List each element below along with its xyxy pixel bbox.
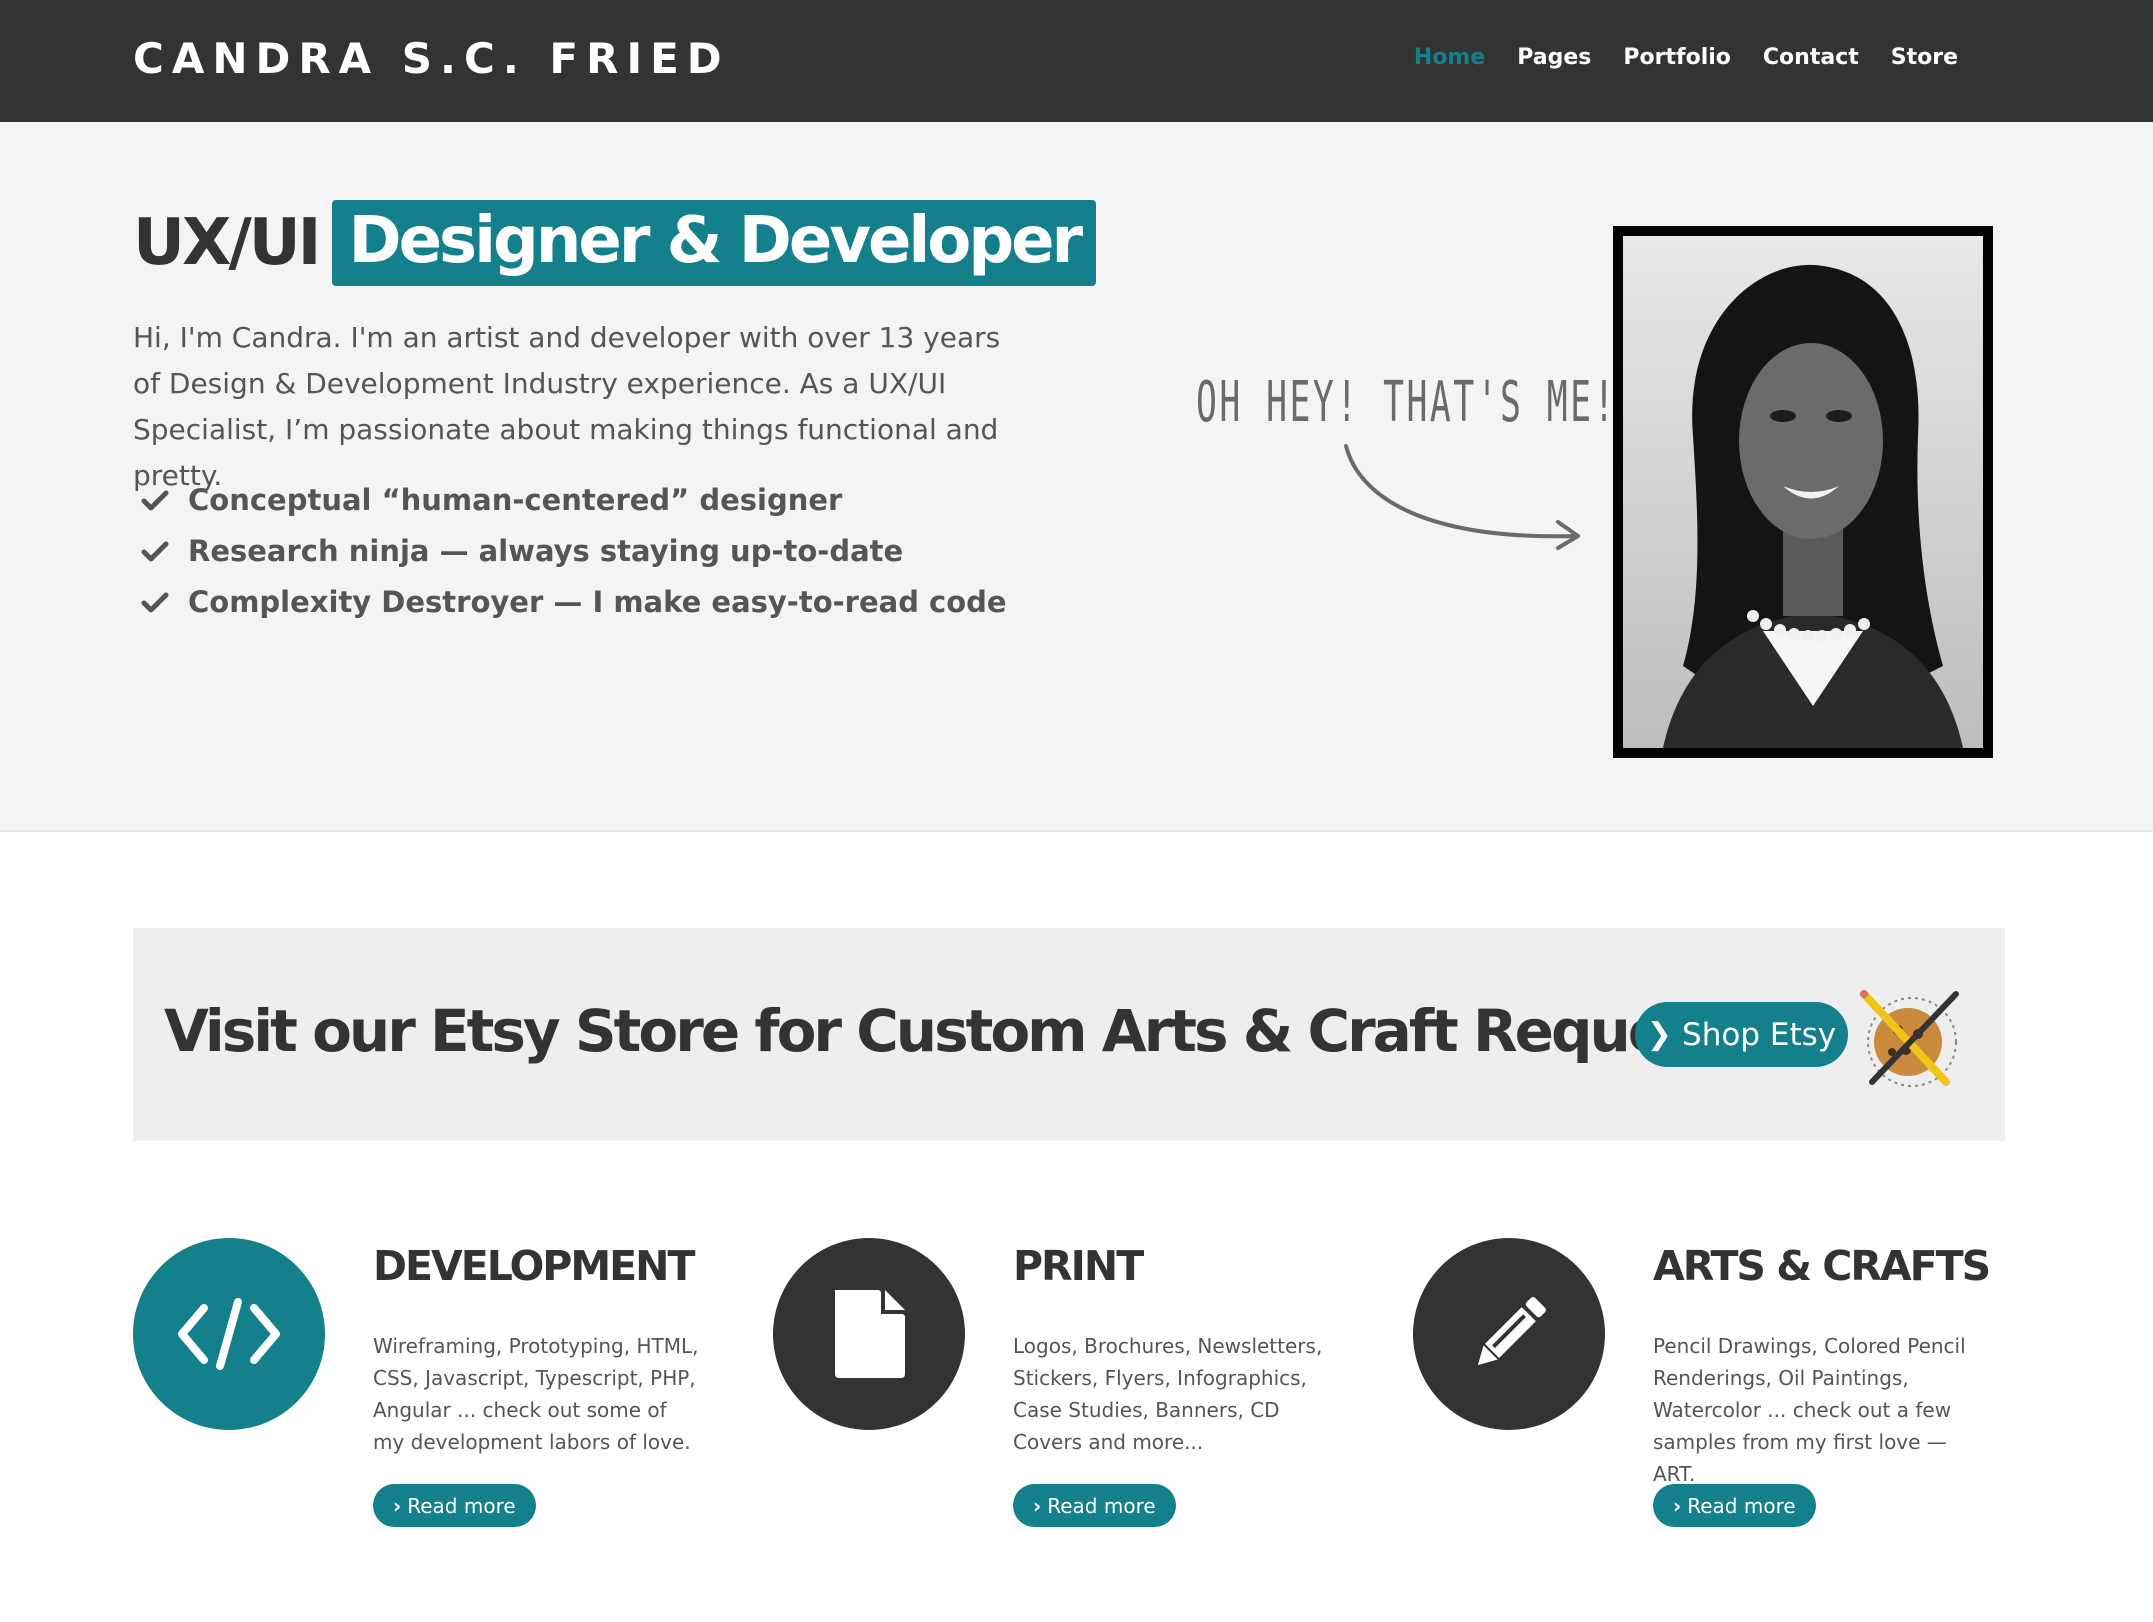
profile-photo: [1613, 226, 1993, 758]
hero-section: UX/UI Designer & Developer Hi, I'm Candr…: [0, 122, 2153, 832]
read-more-button[interactable]: › Read more: [373, 1484, 536, 1527]
nav-item-portfolio[interactable]: Portfolio: [1623, 40, 1731, 76]
portrait-illustration: [1623, 236, 1983, 748]
etsy-promo-banner: Visit our Etsy Store for Custom Arts & C…: [133, 928, 2005, 1141]
handwritten-note: OH HEY! THAT'S ME!: [1196, 370, 1617, 435]
chevron-right-icon: ›: [1033, 1493, 1042, 1518]
site-brand-logo[interactable]: CANDRA S.C. FRIED: [133, 31, 730, 87]
read-more-button[interactable]: › Read more: [1013, 1484, 1176, 1527]
service-description: Wireframing, Prototyping, HTML, CSS, Jav…: [373, 1334, 699, 1454]
nav-item-store[interactable]: Store: [1891, 40, 1958, 76]
list-item: Conceptual “human-centered” designer: [140, 474, 1007, 525]
read-more-label: Read more: [1047, 1493, 1156, 1518]
read-more-button[interactable]: › Read more: [1653, 1484, 1816, 1527]
service-title: ARTS & CRAFTS: [1653, 1242, 1991, 1290]
nav-item-pages[interactable]: Pages: [1517, 40, 1591, 76]
development-icon-circle: [133, 1238, 325, 1430]
nav-item-contact[interactable]: Contact: [1763, 40, 1859, 76]
shop-etsy-button[interactable]: ❯ Shop Etsy: [1635, 1002, 1848, 1067]
print-icon-circle: [773, 1238, 965, 1430]
service-description: Pencil Drawings, Colored Pencil Renderin…: [1653, 1334, 1966, 1486]
feature-text: Research ninja — always staying up-to-da…: [188, 533, 904, 568]
checkmark-icon: [141, 541, 169, 561]
list-item: Complexity Destroyer — I make easy-to-re…: [140, 576, 1007, 627]
read-more-label: Read more: [407, 1493, 516, 1518]
nav-item-home[interactable]: Home: [1414, 40, 1485, 76]
chevron-right-icon: ›: [1673, 1493, 1682, 1518]
main-nav: Home Pages Portfolio Contact Store: [1414, 40, 1958, 76]
headline-plain-text: UX/UI: [133, 206, 321, 280]
service-description: Logos, Brochures, Newsletters, Stickers,…: [1013, 1334, 1323, 1454]
service-arts-crafts: ARTS & CRAFTS Pencil Drawings, Colored P…: [1413, 1238, 2013, 1538]
code-icon: [178, 1298, 280, 1370]
service-development: DEVELOPMENT Wireframing, Prototyping, HT…: [133, 1238, 733, 1538]
feature-text: Complexity Destroyer — I make easy-to-re…: [188, 584, 1007, 619]
feature-text: Conceptual “human-centered” designer: [188, 482, 843, 517]
checkmark-icon: [141, 592, 169, 612]
service-print: PRINT Logos, Brochures, Newsletters, Sti…: [773, 1238, 1373, 1538]
portrait-image: [1623, 236, 1983, 748]
pencil-icon: [1477, 1297, 1546, 1366]
service-title: PRINT: [1013, 1242, 1144, 1290]
shop-etsy-label: Shop Etsy: [1682, 1016, 1837, 1053]
document-icon: [835, 1290, 905, 1378]
cookie-pencil-logo-icon: [1860, 990, 1959, 1087]
service-title: DEVELOPMENT: [373, 1242, 695, 1290]
chevron-right-icon: ›: [393, 1493, 402, 1518]
hero-feature-list: Conceptual “human-centered” designer Res…: [140, 474, 1007, 627]
arts-icon-circle: [1413, 1238, 1605, 1430]
etsy-banner-title: Visit our Etsy Store for Custom Arts & C…: [164, 997, 1755, 1065]
curved-arrow-icon: [1344, 444, 1580, 550]
chevron-right-icon: ❯: [1646, 1017, 1673, 1052]
checkmark-icon: [141, 490, 169, 510]
hero-headline: UX/UI Designer & Developer: [133, 200, 1097, 286]
list-item: Research ninja — always staying up-to-da…: [140, 525, 1007, 576]
read-more-label: Read more: [1687, 1493, 1796, 1518]
hero-intro-paragraph: Hi, I'm Candra. I'm an artist and develo…: [133, 321, 1001, 492]
headline-highlight-text: Designer & Developer: [332, 200, 1097, 286]
top-navigation-bar: CANDRA S.C. FRIED Home Pages Portfolio C…: [0, 0, 2153, 122]
